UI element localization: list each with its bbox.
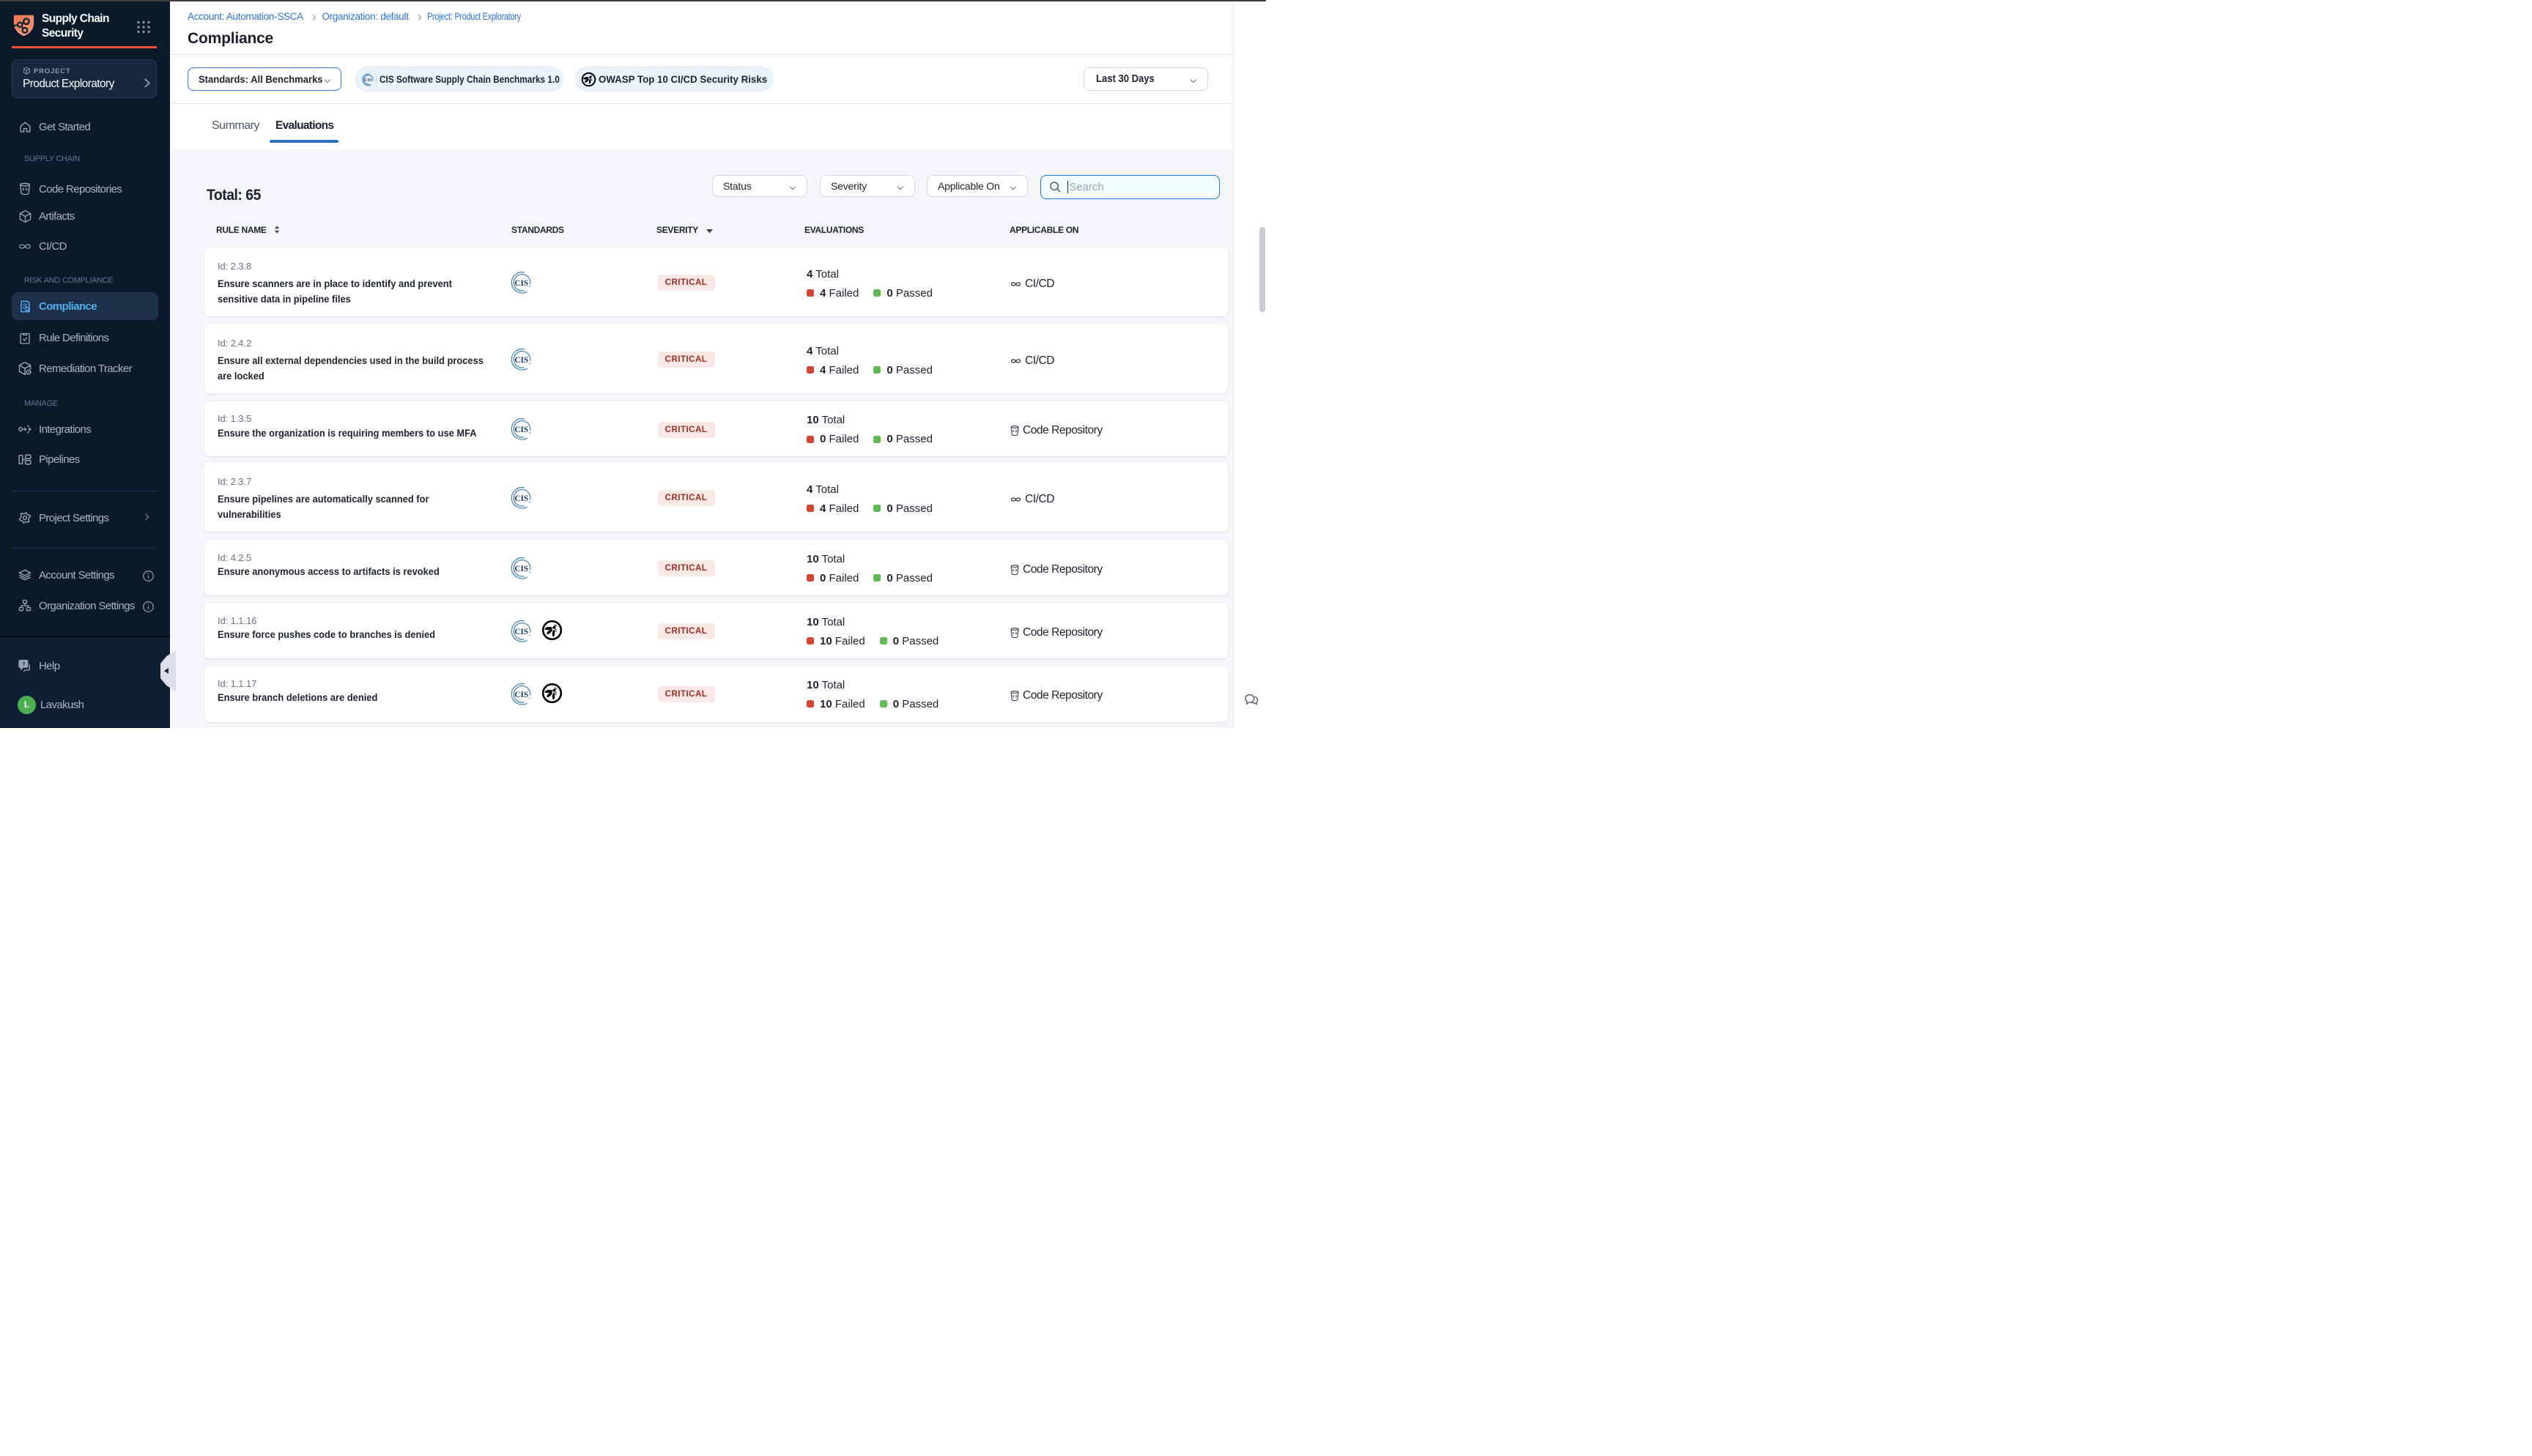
svg-text:CIS: CIS <box>514 356 528 365</box>
svg-text:CIS: CIS <box>514 279 528 288</box>
svg-text:CIS: CIS <box>364 78 372 83</box>
svg-text:CIS: CIS <box>514 565 528 573</box>
svg-text:CIS: CIS <box>514 628 528 636</box>
svg-text:CIS: CIS <box>514 691 528 699</box>
svg-text:?: ? <box>22 661 26 667</box>
svg-text:CIS: CIS <box>514 426 528 434</box>
svg-text:CIS: CIS <box>514 494 528 503</box>
